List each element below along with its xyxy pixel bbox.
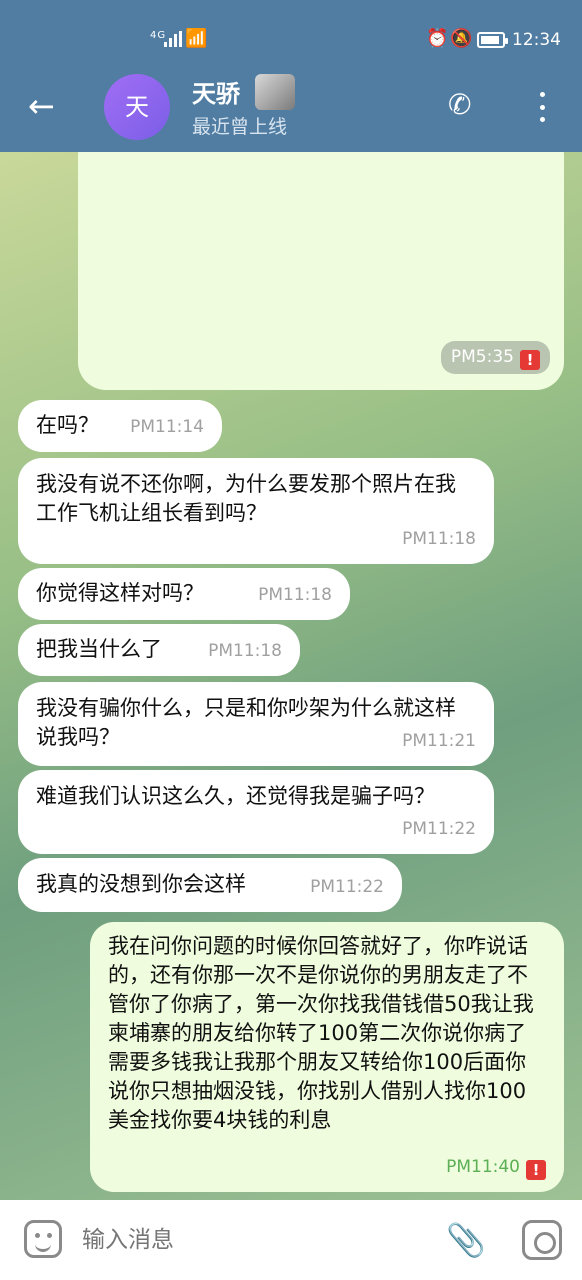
name-photo-icon: [255, 74, 295, 110]
chat-area[interactable]: PM5:35! 在吗？ PM11:14 我没有说不还你啊，为什么要发那个照片在我…: [0, 152, 582, 1200]
message-time: PM11:14: [130, 417, 204, 437]
message-time: PM11:18: [258, 585, 332, 605]
message-bubble[interactable]: 我真的没想到你会这样 PM11:22: [18, 858, 402, 912]
message-time: PM11:40!: [446, 1153, 546, 1182]
contact-name[interactable]: 天骄: [192, 74, 240, 109]
message-time: PM11:22: [402, 819, 476, 839]
message-text: 难道我们认识这么久，还觉得我是骗子吗？: [36, 784, 435, 808]
attach-icon[interactable]: 📎: [446, 1218, 486, 1262]
message-time-pill: PM5:35!: [440, 341, 550, 374]
alarm-icon: ⏰: [426, 28, 449, 49]
back-arrow-icon[interactable]: ←: [28, 88, 64, 124]
error-icon[interactable]: !: [520, 350, 540, 370]
message-bubble[interactable]: 你觉得这样对吗？ PM11:18: [18, 568, 350, 620]
status-bar: 4G 📶 ⏰ 🔕 12:34: [0, 0, 582, 62]
avatar[interactable]: 天: [104, 74, 170, 140]
last-seen-status: 最近曾上线: [192, 116, 288, 138]
message-time: PM11:18: [208, 641, 282, 661]
mute-icon: 🔕: [450, 28, 473, 49]
status-time: 12:34: [512, 30, 561, 50]
camera-icon[interactable]: [522, 1220, 562, 1260]
message-bubble[interactable]: 我没有骗你什么，只是和你吵架为什么就这样说我吗？ PM11:21: [18, 682, 494, 766]
emoji-icon[interactable]: [24, 1220, 62, 1258]
phone-icon[interactable]: ✆: [448, 88, 482, 122]
message-input[interactable]: [82, 1222, 422, 1258]
message-bubble-media[interactable]: PM5:35!: [78, 152, 564, 390]
message-bubble[interactable]: 难道我们认识这么久，还觉得我是骗子吗？ PM11:22: [18, 770, 494, 854]
message-bubble-outgoing[interactable]: 我在问你问题的时候你回答就好了，你咋说话的，还有你那一次不是你说你的男朋友走了不…: [90, 922, 564, 1192]
wifi-icon: 📶: [185, 28, 208, 49]
error-icon[interactable]: !: [526, 1160, 546, 1180]
message-bubble[interactable]: 我没有说不还你啊，为什么要发那个照片在我工作飞机让组长看到吗？ PM11:18: [18, 458, 494, 564]
message-bubble[interactable]: 把我当什么了 PM11:18: [18, 624, 300, 676]
message-text: 我在问你问题的时候你回答就好了，你咋说话的，还有你那一次不是你说你的男朋友走了不…: [108, 934, 534, 1132]
message-time: PM11:18: [402, 529, 476, 549]
message-text: 我没有说不还你啊，为什么要发那个照片在我工作飞机让组长看到吗？: [36, 472, 456, 525]
more-menu-icon[interactable]: [536, 92, 548, 122]
top-bar: 4G 📶 ⏰ 🔕 12:34 ← 天 天骄 最近曾上线 ✆: [0, 0, 582, 152]
message-time: PM11:21: [402, 731, 476, 751]
message-time: PM11:22: [310, 877, 384, 897]
message-bubble[interactable]: 在吗？ PM11:14: [18, 400, 222, 452]
chat-header: ← 天 天骄 最近曾上线 ✆: [0, 62, 582, 152]
signal-icon: [164, 31, 182, 47]
battery-icon: [477, 32, 508, 48]
input-bar: 📎: [0, 1200, 582, 1280]
